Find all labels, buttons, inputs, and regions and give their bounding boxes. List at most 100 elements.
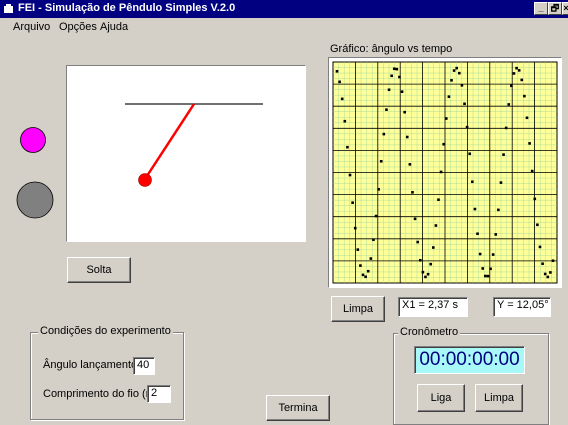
trace-point: [536, 223, 539, 227]
trace-point: [395, 67, 399, 71]
y-readout: Y = 12,05°: [493, 297, 551, 317]
trace-point: [452, 69, 456, 72]
magenta-indicator: [20, 127, 46, 153]
trace-point: [494, 233, 498, 236]
trace-point: [364, 275, 367, 279]
x-readout: X1 = 2,37 s: [398, 297, 468, 317]
trace-point: [442, 142, 445, 146]
trace-point: [486, 274, 490, 278]
pendulum-canvas: [66, 65, 306, 242]
trace-point: [340, 97, 344, 101]
stopwatch-start-button[interactable]: Liga: [417, 384, 465, 412]
trace-point: [450, 79, 453, 82]
menu-bar: Arquivo Opções Ajuda: [0, 18, 568, 36]
trace-point: [403, 110, 406, 114]
trace-point: [429, 262, 432, 266]
graph-panel: [328, 57, 562, 288]
trace-point: [372, 238, 375, 242]
menu-opcoes[interactable]: Opções: [59, 21, 97, 33]
trace-point: [447, 95, 451, 99]
trace-point: [431, 246, 435, 249]
trace-point: [504, 126, 508, 130]
trace-point: [445, 117, 448, 120]
trace-point: [463, 102, 466, 106]
terminate-button[interactable]: Termina: [266, 395, 330, 421]
trace-point: [476, 232, 479, 236]
trace-point: [400, 90, 404, 93]
trace-point: [502, 153, 505, 156]
gray-indicator: [16, 181, 54, 219]
trace-point: [523, 94, 526, 98]
trace-point: [507, 103, 511, 106]
length-label: Comprimento do fio (m):: [43, 388, 162, 400]
trace-point: [377, 187, 380, 191]
trace-point: [398, 75, 401, 79]
trace-point: [546, 275, 550, 279]
trace-point: [491, 253, 495, 256]
trace-point: [528, 142, 531, 145]
trace-point: [387, 88, 391, 92]
pendulum-string: [143, 103, 196, 180]
trace-point: [426, 272, 430, 276]
angle-label: Ângulo lançamento:: [43, 359, 141, 371]
trace-point: [530, 169, 534, 173]
trace-point: [484, 274, 487, 278]
trace-point: [434, 224, 438, 227]
angle-time-plot: [332, 61, 558, 284]
trace-point: [390, 74, 393, 78]
trace-point: [369, 257, 373, 260]
minimize-button[interactable]: _: [534, 2, 548, 15]
trace-point: [338, 80, 341, 84]
trace-point: [343, 119, 347, 123]
trace-point: [515, 66, 518, 70]
close-button[interactable]: ×: [562, 2, 568, 15]
trace-point: [465, 125, 469, 129]
trace-point: [525, 116, 529, 120]
graph-clear-button[interactable]: Limpa: [331, 296, 385, 322]
trace-point: [413, 217, 417, 221]
trace-point: [538, 245, 542, 249]
stopwatch-legend: Cronômetro: [398, 326, 461, 338]
trace-point: [489, 267, 492, 271]
trace-point: [348, 173, 352, 177]
trace-point: [471, 180, 474, 184]
angle-input[interactable]: 40: [133, 357, 155, 375]
trace-point: [533, 197, 537, 201]
length-input[interactable]: 2: [147, 385, 171, 403]
menu-arquivo[interactable]: Arquivo: [13, 21, 50, 33]
trace-point: [418, 258, 422, 262]
trace-point: [517, 69, 521, 72]
release-button[interactable]: Solta: [67, 257, 131, 283]
menu-ajuda[interactable]: Ajuda: [100, 21, 128, 33]
window-title: FEI - Simulação de Pêndulo Simples V.2.0: [18, 2, 236, 14]
maximize-button[interactable]: 🗗: [548, 2, 562, 15]
trace-point: [408, 163, 412, 166]
trace-point: [437, 198, 440, 202]
trace-point: [351, 201, 354, 204]
trace-point: [520, 78, 524, 82]
trace-point: [361, 273, 365, 277]
trace-point: [416, 240, 419, 244]
app-icon: [4, 4, 13, 13]
trace-point: [374, 214, 378, 218]
trace-point: [512, 72, 516, 75]
trace-point: [335, 69, 339, 73]
trace-point: [549, 271, 552, 274]
trace-point: [356, 248, 360, 251]
trace-point: [510, 84, 513, 88]
trace-point: [478, 252, 482, 256]
trace-point: [346, 145, 349, 149]
trace-point: [468, 152, 472, 156]
trace-point: [379, 159, 383, 163]
trace-point: [382, 132, 386, 136]
trace-point: [421, 270, 425, 274]
trace-point: [405, 135, 409, 139]
trace-point: [385, 108, 388, 111]
conditions-group: [30, 332, 184, 420]
trace-point: [543, 272, 547, 276]
trace-point: [359, 264, 362, 267]
trace-point: [424, 275, 427, 279]
pendulum-bob: [138, 173, 152, 187]
stopwatch-clear-button[interactable]: Limpa: [475, 384, 523, 412]
trace-point: [497, 208, 500, 212]
